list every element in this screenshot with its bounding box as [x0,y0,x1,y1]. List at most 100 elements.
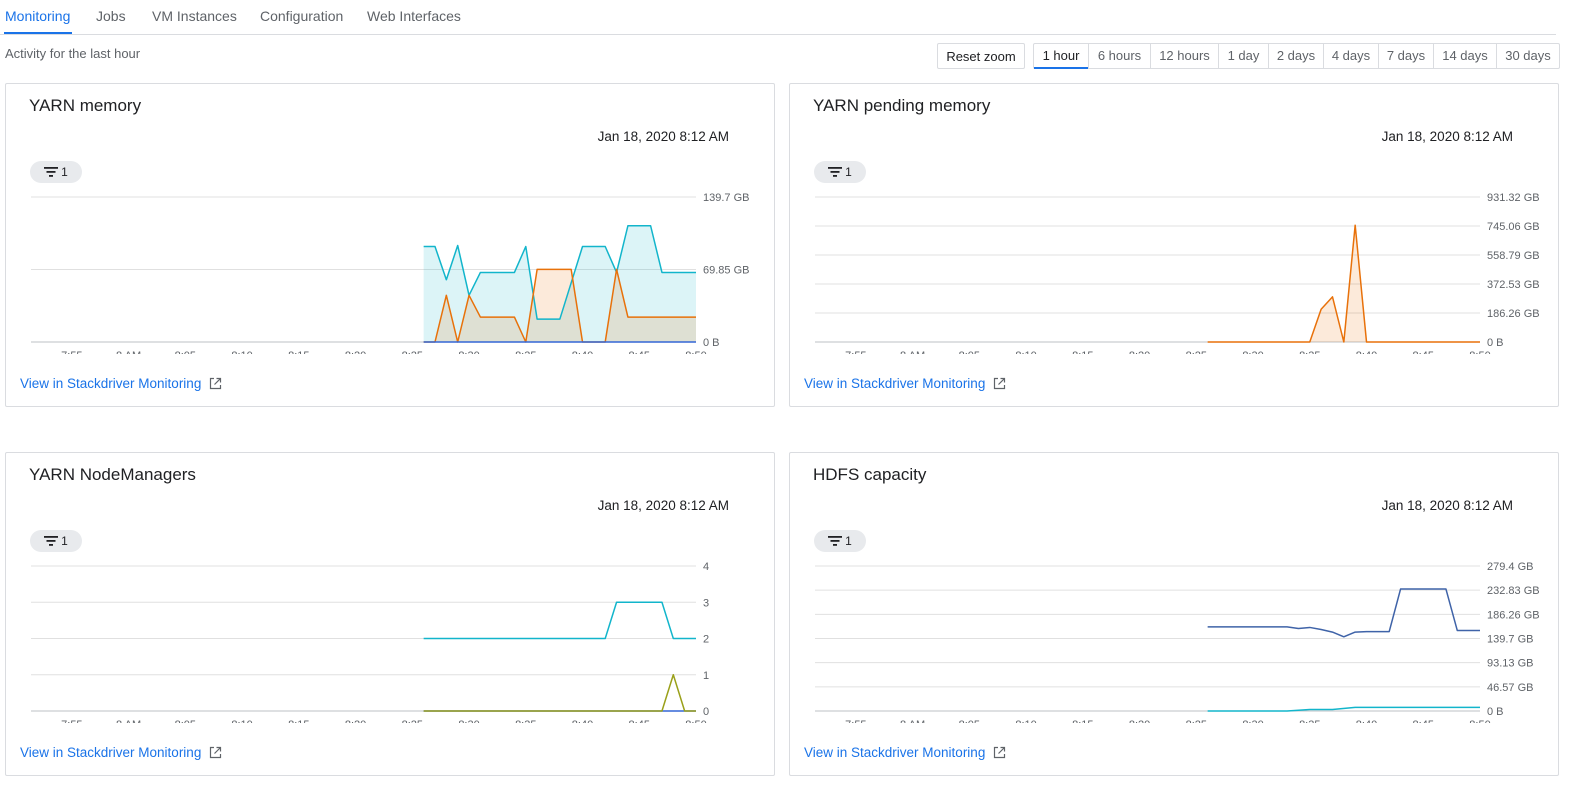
stackdriver-link-label: View in Stackdriver Monitoring [20,376,202,391]
chart-card-hdfs-capacity: HDFS capacity Jan 18, 2020 8:12 AM 1 0 B… [789,452,1559,776]
x-tick-label: 8:10 [231,719,252,723]
chart-plot-hdfs-capacity[interactable]: 0 B 46.57 GB 93.13 GB 139.7 GB 186.26 GB 232.… [790,553,1560,723]
x-tick-label: 8:15 [288,350,309,354]
stackdriver-link-label: View in Stackdriver Monitoring [20,745,202,760]
chart-card-yarn-memory: YARN memory Jan 18, 2020 8:12 AM 1 0 B 69… [5,83,775,407]
tab-jobs[interactable]: Jobs [96,8,126,24]
range-7-days[interactable]: 7 days [1379,44,1434,68]
external-link-icon [210,377,222,390]
activity-label: Activity for the last hour [5,46,141,61]
filter-chip[interactable]: 1 [814,530,866,552]
time-range-selector: 1 hour 6 hours 12 hours 1 day 2 days 4 d… [1033,43,1560,69]
y-tick-label: 372.53 GB [1487,279,1540,291]
x-tick-label: 7:55 [845,719,866,723]
series-line-3 [423,674,696,712]
x-tick-label: 8:05 [175,719,196,723]
filter-chip[interactable]: 1 [814,161,866,183]
stackdriver-link-label: View in Stackdriver Monitoring [804,745,986,760]
x-tick-label: 8:25 [402,719,423,723]
x-tick-label: 8:35 [515,719,536,723]
stackdriver-link[interactable]: View in Stackdriver Monitoring [804,376,1006,391]
series-line-2 [1207,706,1480,712]
series-line-1 [1207,588,1480,638]
chart-plot-yarn-memory[interactable]: 0 B 69.85 GB 139.7 GB 7:55 8 AM 8:05 8:10 8:15 8… [6,184,776,354]
y-tick-label: 931.32 GB [1487,192,1540,204]
tab-configuration[interactable]: Configuration [260,8,343,24]
range-12-hours[interactable]: 12 hours [1151,44,1219,68]
filter-count: 1 [61,165,68,179]
x-tick-label: 8:25 [1186,350,1207,354]
external-link-icon [210,746,222,759]
y-tick-label: 0 B [1487,706,1504,718]
chart-date: Jan 18, 2020 8:12 AM [1381,498,1513,513]
chart-date: Jan 18, 2020 8:12 AM [597,498,729,513]
y-tick-label: 279.4 GB [1487,561,1533,573]
y-tick-label: 232.83 GB [1487,585,1540,597]
x-tick-label: 8:35 [1299,350,1320,354]
y-tick-label: 4 [703,561,709,573]
external-link-icon [994,746,1006,759]
x-tick-label: 8 AM [900,350,925,354]
y-tick-label: 186.26 GB [1487,308,1540,320]
reset-zoom-button[interactable]: Reset zoom [937,43,1025,69]
range-14-days[interactable]: 14 days [1434,44,1497,68]
x-tick-label: 8:30 [1242,350,1263,354]
filter-icon [44,536,59,546]
chart-title: YARN NodeManagers [29,465,196,484]
filter-icon [44,167,59,177]
x-tick-label: 8:30 [458,350,479,354]
x-tick-label: 8:20 [345,350,366,354]
x-tick-label: 8:15 [288,719,309,723]
chart-title: YARN memory [29,96,142,115]
range-30-days[interactable]: 30 days [1497,44,1559,68]
chart-plot-yarn-pending-memory[interactable]: 0 B 186.26 GB 372.53 GB 558.79 GB 745.06 GB 9… [790,184,1560,354]
chart-plot-yarn-nodemanagers[interactable]: 0 1 2 3 4 7:55 8 AM 8:05 8:10 8:15 8:20 8:25 8:30 8:3… [6,553,776,723]
x-tick-label: 8:25 [402,350,423,354]
active-tab-indicator [4,32,72,34]
filter-chip[interactable]: 1 [30,530,82,552]
range-1-hour[interactable]: 1 hour [1034,44,1089,69]
x-tick-label: 8:05 [175,350,196,354]
stackdriver-link[interactable]: View in Stackdriver Monitoring [20,376,222,391]
x-tick-label: 7:55 [845,350,866,354]
y-tick-label: 0 [703,706,709,718]
x-tick-label: 8:45 [1413,719,1434,723]
x-tick-label: 8:10 [1015,350,1036,354]
range-2-days[interactable]: 2 days [1269,44,1324,68]
x-tick-label: 8:20 [345,719,366,723]
filter-count: 1 [61,534,68,548]
x-tick-label: 8:50 [685,719,706,723]
tab-monitoring[interactable]: Monitoring [5,8,70,24]
x-tick-label: 8:45 [629,350,650,354]
x-tick-label: 8:10 [1015,719,1036,723]
x-tick-label: 8:50 [685,350,706,354]
tab-vm-instances[interactable]: VM Instances [152,8,237,24]
range-4-days[interactable]: 4 days [1324,44,1379,68]
x-tick-label: 8:20 [1129,719,1150,723]
x-tick-label: 8:35 [1299,719,1320,723]
stackdriver-link-label: View in Stackdriver Monitoring [804,376,986,391]
x-tick-label: 8:25 [1186,719,1207,723]
range-6-hours[interactable]: 6 hours [1089,44,1151,68]
filter-count: 1 [845,534,852,548]
tab-web-interfaces[interactable]: Web Interfaces [367,8,461,24]
x-tick-label: 8:30 [1242,719,1263,723]
x-tick-label: 8:15 [1072,719,1093,723]
filter-chip[interactable]: 1 [30,161,82,183]
stackdriver-link[interactable]: View in Stackdriver Monitoring [20,745,222,760]
filter-icon [828,536,843,546]
x-tick-label: 8:50 [1469,719,1490,723]
y-tick-label: 139.7 GB [1487,634,1533,646]
chart-card-yarn-pending-memory: YARN pending memory Jan 18, 2020 8:12 AM… [789,83,1559,407]
series-line-1 [423,601,696,640]
x-tick-label: 8:45 [1413,350,1434,354]
stackdriver-link[interactable]: View in Stackdriver Monitoring [804,745,1006,760]
chart-date: Jan 18, 2020 8:12 AM [1381,129,1513,144]
range-1-day[interactable]: 1 day [1219,44,1269,68]
x-tick-label: 8:35 [515,350,536,354]
x-tick-label: 8:15 [1072,350,1093,354]
x-tick-label: 8:40 [1356,350,1377,354]
top-tab-bar: Monitoring Jobs VM Instances Configurati… [0,0,1556,35]
filter-count: 1 [845,165,852,179]
x-tick-label: 8 AM [116,350,141,354]
